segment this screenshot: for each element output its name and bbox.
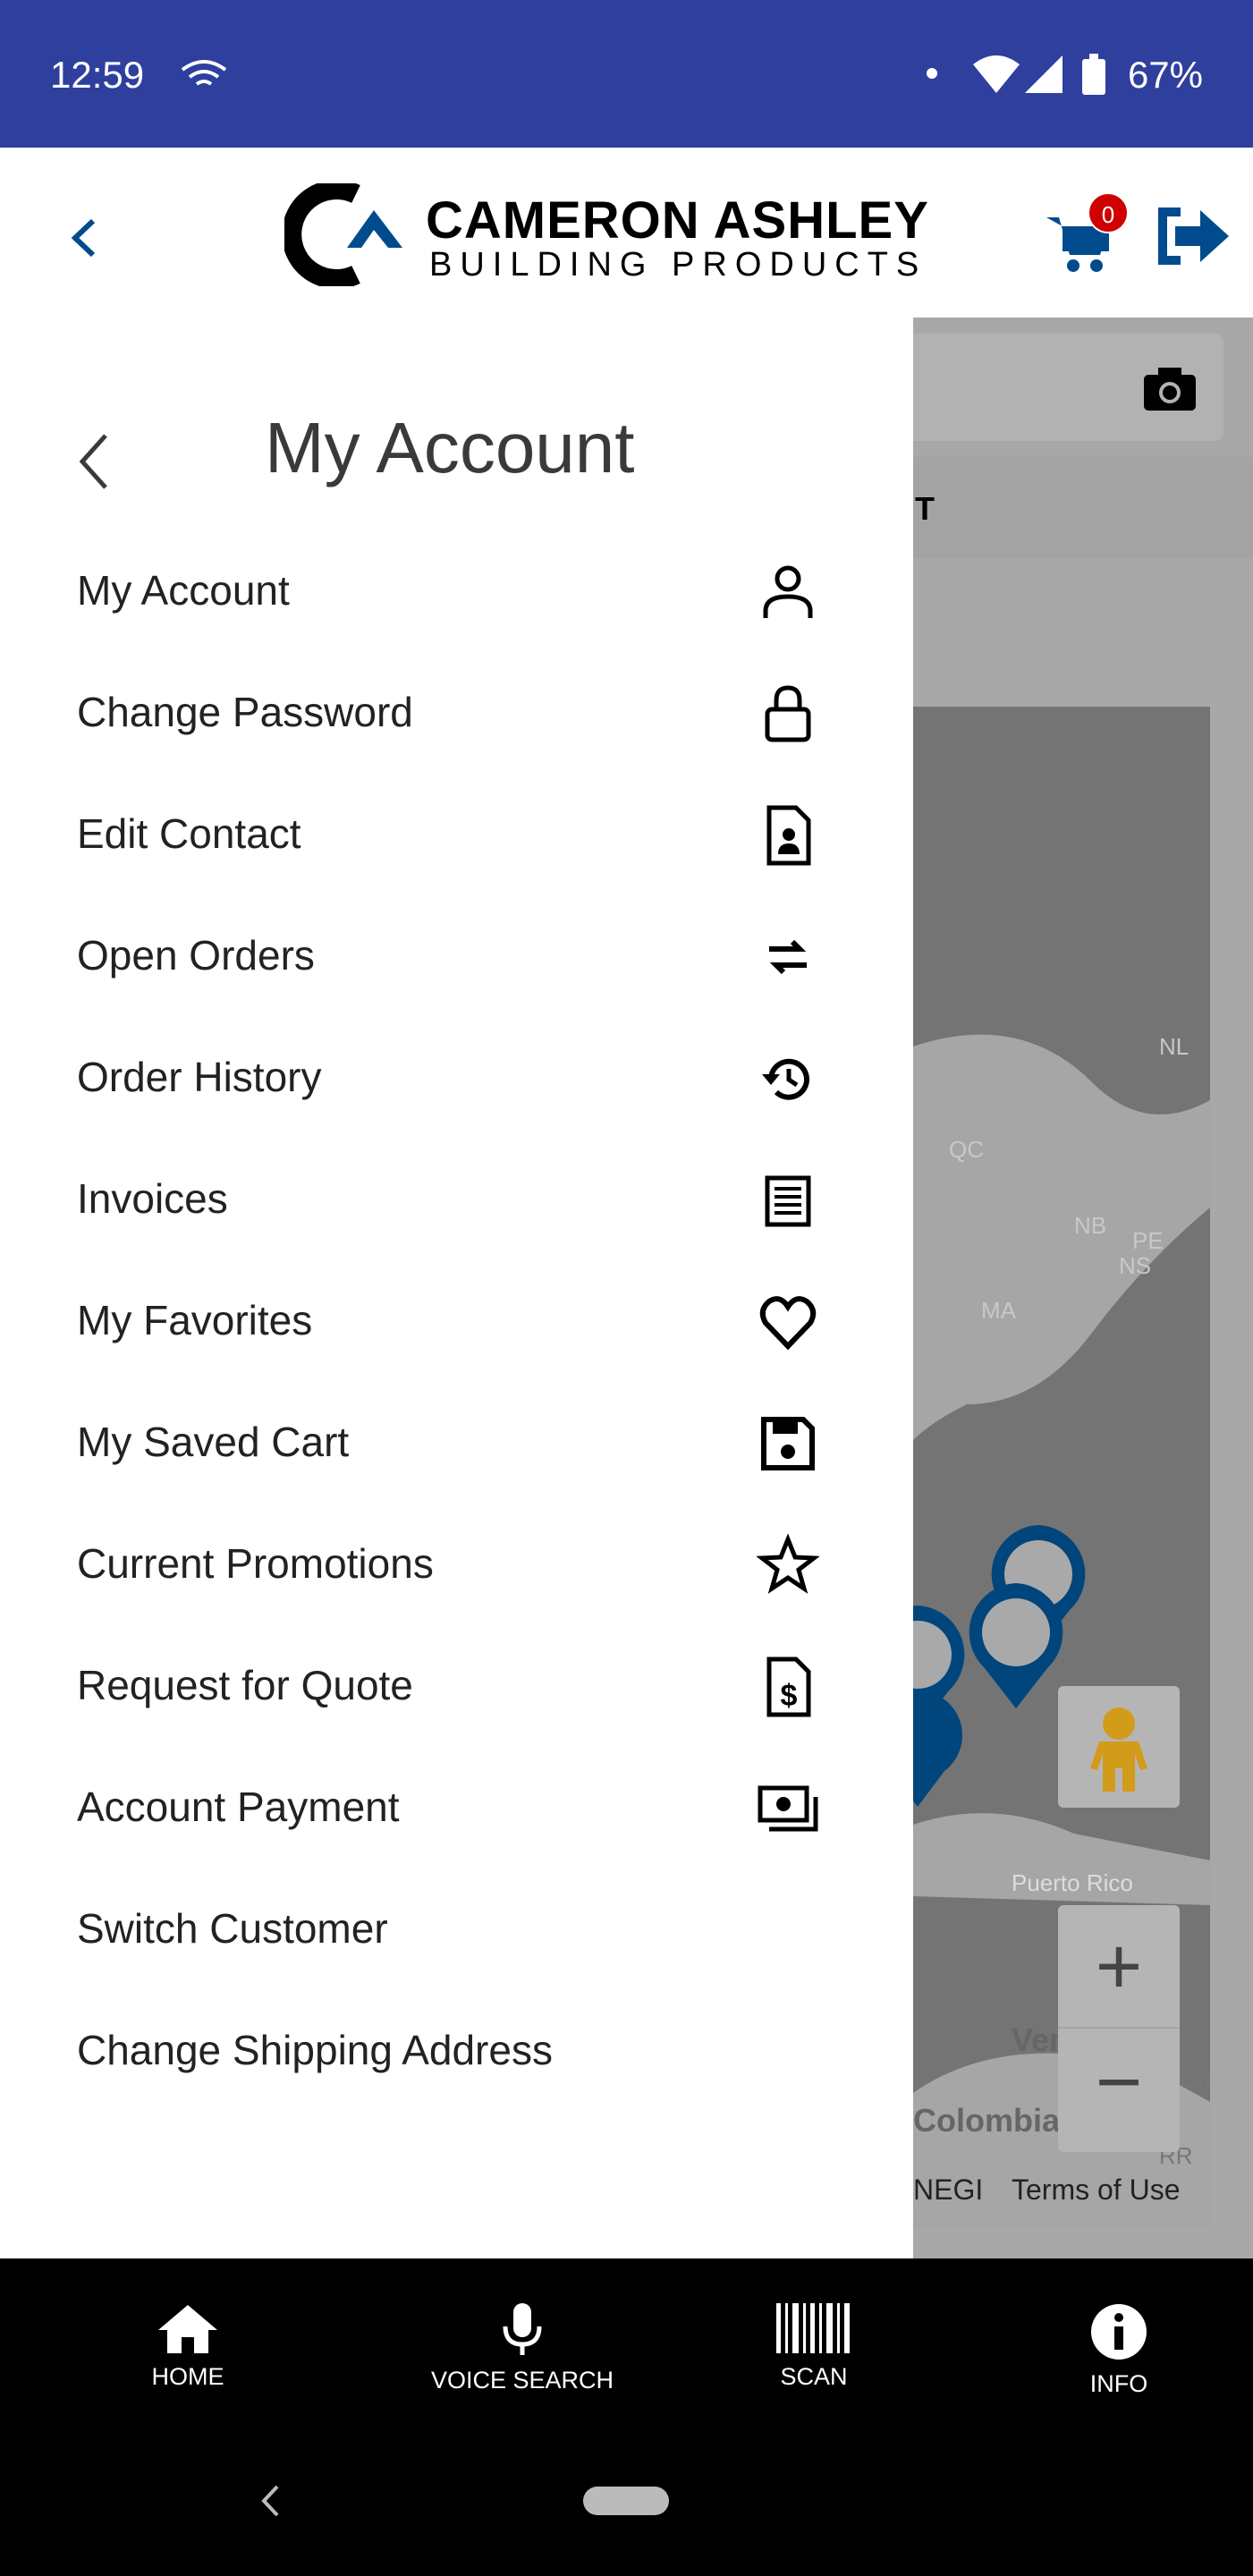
menu-item[interactable]: Switch Customer bbox=[0, 1874, 913, 1981]
logo: CAMERON ASHLEY BUILDING PRODUCTS bbox=[282, 180, 964, 289]
map-label: Colombia bbox=[913, 2102, 1061, 2139]
home-pill[interactable] bbox=[583, 2487, 669, 2515]
menu-item[interactable]: Order History bbox=[0, 1022, 913, 1130]
nav-voice-search[interactable]: VOICE SEARCH bbox=[406, 2303, 639, 2394]
menu-item-label: My Saved Cart bbox=[77, 1419, 350, 1465]
menu-item-label: Change Password bbox=[77, 689, 413, 735]
zoom-out-button[interactable]: − bbox=[1058, 2029, 1180, 2152]
signal-icon bbox=[1025, 55, 1063, 93]
tab-fragment[interactable]: T bbox=[915, 490, 935, 527]
contact-card-icon bbox=[766, 805, 811, 866]
lock-icon bbox=[765, 685, 811, 742]
menu-item-label: Order History bbox=[77, 1054, 322, 1100]
menu-item-label: Edit Contact bbox=[77, 810, 301, 857]
map-label: PE bbox=[1132, 1227, 1164, 1254]
menu-item[interactable]: Edit Contact bbox=[0, 779, 913, 886]
dollar-document-icon: $ bbox=[766, 1657, 811, 1717]
menu-item-label: Request for Quote bbox=[77, 1662, 413, 1708]
menu-item[interactable]: Change Shipping Address bbox=[0, 1996, 913, 2103]
cart-button[interactable]: 0 bbox=[1045, 192, 1134, 273]
logout-icon[interactable] bbox=[1154, 207, 1231, 266]
location-pin-icon[interactable] bbox=[913, 1601, 976, 1834]
zoom-in-button[interactable]: + bbox=[1058, 1905, 1180, 2029]
nav-label: HOME bbox=[151, 2363, 224, 2390]
nav-label: SCAN bbox=[780, 2363, 848, 2390]
money-icon bbox=[758, 1785, 818, 1832]
nav-scan[interactable]: SCAN bbox=[698, 2303, 930, 2391]
map-label: Gu bbox=[1180, 2066, 1210, 2093]
map-label: NB bbox=[1074, 1212, 1107, 1239]
wifi-icon bbox=[973, 55, 1020, 93]
bottom-nav: HOME VOICE SEARCH SCAN INFO bbox=[0, 2258, 1253, 2576]
logo-line1: CAMERON ASHLEY bbox=[426, 191, 929, 250]
street-view-button[interactable] bbox=[1058, 1686, 1180, 1808]
map-attribution: NEGI bbox=[913, 2174, 984, 2206]
nav-home[interactable]: HOME bbox=[72, 2303, 304, 2391]
menu-item[interactable]: Request for Quote $ bbox=[0, 1631, 913, 1738]
map-background: T NL QC NB PE NS MA Puerto Rico Ven Gu C… bbox=[913, 318, 1253, 2258]
menu-item-label: Invoices bbox=[77, 1175, 228, 1222]
menu-item-label: Open Orders bbox=[77, 932, 315, 979]
receipt-icon bbox=[765, 1175, 811, 1227]
menu-item-label: Current Promotions bbox=[77, 1540, 434, 1587]
system-back-icon[interactable] bbox=[259, 2484, 281, 2518]
barcode-icon bbox=[776, 2303, 850, 2353]
zoom-controls: + − bbox=[1058, 1905, 1180, 2152]
battery-percent: 67% bbox=[1127, 54, 1203, 96]
tab-row: T bbox=[913, 456, 1253, 558]
status-bar: 12:59 67% bbox=[0, 0, 1253, 148]
svg-text:$: $ bbox=[781, 1679, 798, 1713]
nav-info[interactable]: INFO bbox=[1003, 2303, 1235, 2398]
map-label: NS bbox=[1119, 1252, 1152, 1279]
nav-label: INFO bbox=[1089, 2370, 1148, 2397]
back-icon[interactable] bbox=[68, 217, 98, 258]
user-icon bbox=[763, 565, 813, 618]
map-label: QC bbox=[949, 1136, 984, 1163]
clock: 12:59 bbox=[50, 54, 145, 96]
menu-item-label: Account Payment bbox=[77, 1784, 400, 1830]
map-label: Puerto Rico bbox=[1012, 1869, 1133, 1896]
menu-item-label: Switch Customer bbox=[77, 1905, 388, 1952]
nav-label: VOICE SEARCH bbox=[430, 2367, 614, 2394]
battery-icon bbox=[1082, 54, 1105, 95]
history-icon bbox=[762, 1058, 809, 1100]
map-label: MA bbox=[981, 1297, 1016, 1324]
menu-item[interactable]: Open Orders bbox=[0, 901, 913, 1008]
menu-item-label: Change Shipping Address bbox=[77, 2027, 553, 2073]
cart-badge: 0 bbox=[1088, 192, 1129, 233]
heart-icon bbox=[759, 1296, 817, 1351]
menu-item[interactable]: Change Password bbox=[0, 657, 913, 765]
menu-item-label: My Account bbox=[77, 567, 290, 614]
terms-link[interactable]: Terms of Use bbox=[1012, 2174, 1180, 2207]
menu-item-label: My Favorites bbox=[77, 1297, 313, 1343]
logo-line2: BUILDING PRODUCTS bbox=[429, 246, 927, 284]
menu-item[interactable]: My Saved Cart bbox=[0, 1387, 913, 1495]
search-bar[interactable] bbox=[913, 334, 1223, 441]
account-drawer: My Account My Account Change Password Edit… bbox=[0, 318, 913, 2258]
camera-icon[interactable] bbox=[1144, 368, 1196, 411]
dot-icon bbox=[927, 68, 937, 79]
info-icon bbox=[1091, 2304, 1147, 2360]
map-label: NL bbox=[1159, 1033, 1190, 1060]
drawer-title: My Account bbox=[265, 408, 635, 487]
menu-item[interactable]: My Account bbox=[0, 536, 913, 643]
menu-item[interactable]: Current Promotions bbox=[0, 1509, 913, 1616]
microphone-icon bbox=[503, 2303, 542, 2355]
wifi-calling-icon bbox=[181, 60, 227, 86]
menu-item[interactable]: Account Payment bbox=[0, 1752, 913, 1860]
app-header: CAMERON ASHLEY BUILDING PRODUCTS 0 bbox=[0, 148, 1253, 318]
star-icon bbox=[757, 1534, 819, 1594]
save-icon bbox=[761, 1417, 815, 1470]
home-icon bbox=[158, 2305, 217, 2353]
menu-item[interactable]: Invoices bbox=[0, 1144, 913, 1251]
drawer-back-icon[interactable] bbox=[75, 432, 111, 491]
map-view[interactable]: NL QC NB PE NS MA Puerto Rico Ven Gu Col… bbox=[913, 707, 1210, 2227]
menu-item[interactable]: My Favorites bbox=[0, 1266, 913, 1373]
exchange-arrows-icon bbox=[769, 939, 807, 975]
pegman-icon bbox=[1090, 1707, 1147, 1792]
